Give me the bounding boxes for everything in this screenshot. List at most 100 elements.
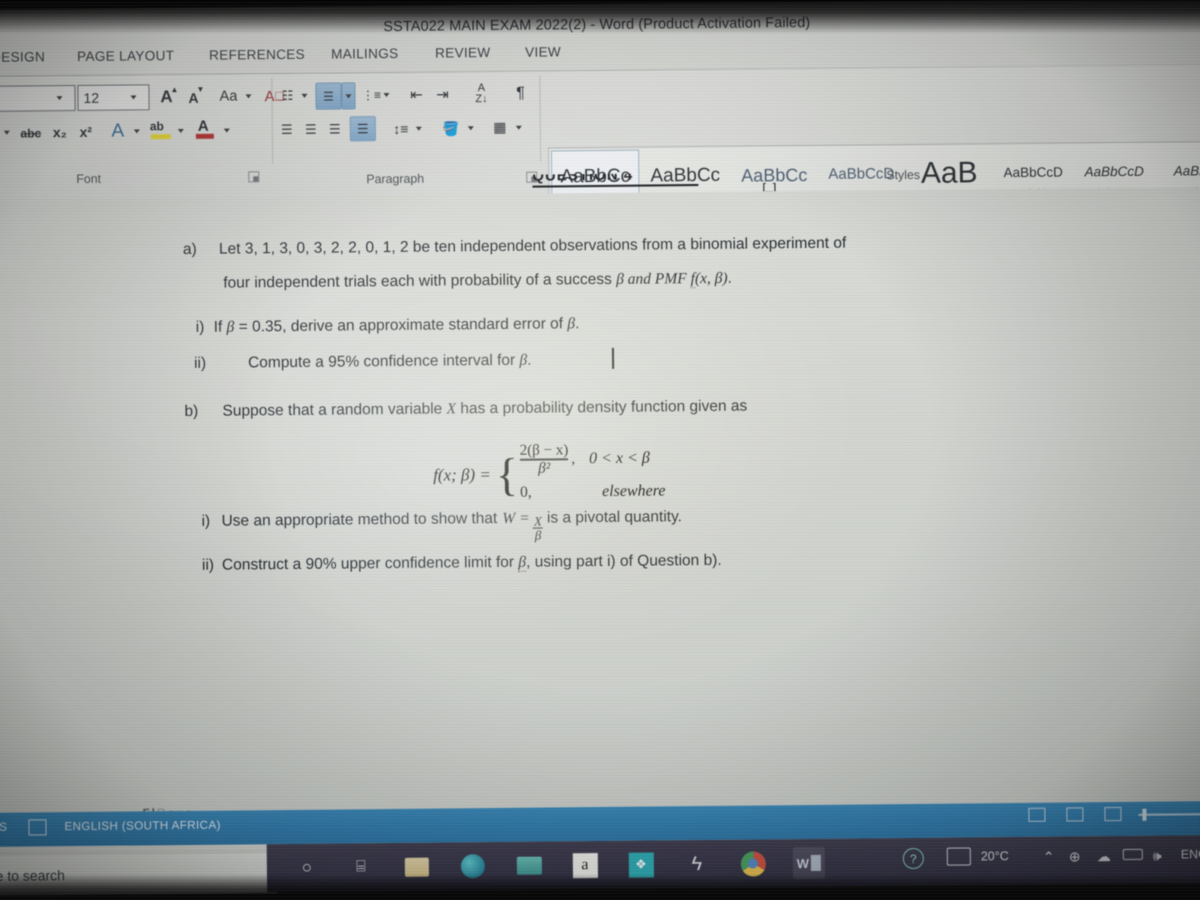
- photographed-screen: SSTA022 MAIN EXAM 2022(2) - Word (Produc…: [0, 0, 1200, 900]
- multilevel-list-dropdown-icon[interactable]: [381, 90, 391, 100]
- style-preview: AaBb: [1173, 162, 1200, 179]
- font-group-label: Font: [76, 171, 102, 187]
- chevron-up-icon[interactable]: ⌃: [1043, 849, 1055, 866]
- document-canvas[interactable]: a) Let 3, 1, 3, 0, 3, 2, 2, 0, 1, 2 be t…: [0, 187, 1200, 821]
- zoom-slider[interactable]: [1138, 813, 1200, 816]
- b-i-numerator: X: [533, 513, 543, 529]
- paragraph-a-i: If β = 0.35, derive an approximate stand…: [213, 315, 580, 336]
- tab-design[interactable]: DESIGN: [0, 45, 47, 69]
- mail-icon[interactable]: [513, 850, 545, 882]
- language-tray-indicator[interactable]: ENG: [1181, 847, 1200, 861]
- superscript-button[interactable]: x²: [76, 122, 96, 142]
- obscured-heading-text: QUESTION 4: [532, 172, 634, 185]
- weather-temperature[interactable]: 20°C: [981, 849, 1009, 863]
- word-count-label[interactable]: DS: [0, 821, 7, 834]
- taskbar-search-box[interactable]: re to search: [0, 853, 278, 896]
- network-globe-icon[interactable]: ⊕: [1069, 848, 1081, 865]
- align-right-icon[interactable]: ☰: [324, 119, 346, 139]
- b-i-post: is a pivotal quantity.: [546, 508, 683, 527]
- item-label-a: a): [182, 240, 197, 258]
- paragraph-a-line-1: Let 3, 1, 3, 0, 3, 2, 2, 0, 1, 2 be ten …: [218, 234, 847, 258]
- paragraph-a-ii: Compute a 95% confidence interval for β.: [247, 351, 532, 372]
- web-layout-icon[interactable]: [1104, 807, 1122, 822]
- tab-page-layout[interactable]: PAGE LAYOUT: [75, 44, 176, 68]
- formula-comma: ,: [571, 450, 576, 467]
- borders-icon[interactable]: ▦: [490, 117, 510, 137]
- underline-dropdown-icon[interactable]: [2, 128, 12, 138]
- justify-icon[interactable]: ☰: [349, 116, 376, 142]
- battery-icon[interactable]: [1122, 848, 1143, 861]
- b-i-denominator: β: [534, 527, 542, 543]
- bullets-icon[interactable]: ☷: [277, 86, 297, 106]
- numbering-dropdown-icon[interactable]: [341, 82, 356, 110]
- tab-references[interactable]: REFERENCES: [207, 43, 307, 67]
- b-i-var: W: [502, 509, 516, 527]
- print-layout-icon[interactable]: [1066, 807, 1084, 822]
- text-highlight-dropdown-icon[interactable]: [176, 126, 186, 136]
- paragraph-group-label: Paragraph: [366, 171, 425, 187]
- text-highlight-color-button[interactable]: ab: [150, 119, 174, 141]
- font-size-value[interactable]: 12: [83, 88, 111, 108]
- paragraph-b: Suppose that a random variable X has a p…: [222, 397, 748, 420]
- strikethrough-button[interactable]: abc: [18, 124, 44, 142]
- tab-review[interactable]: REVIEW: [433, 41, 493, 65]
- read-mode-icon[interactable]: [1028, 807, 1046, 822]
- weather-news-icon[interactable]: [946, 847, 971, 866]
- text-cursor: [611, 347, 614, 369]
- font-color-button[interactable]: A: [195, 118, 218, 141]
- sort-icon[interactable]: A Z↓: [471, 82, 491, 106]
- paragraph-b-ii: Construct a 90% upper confidence limit f…: [221, 551, 722, 574]
- task-view-icon[interactable]: ⌸: [345, 851, 377, 883]
- shading-icon[interactable]: 🪣: [440, 117, 462, 139]
- item-label-a-ii: ii): [193, 354, 207, 372]
- numbering-icon[interactable]: ☰: [315, 82, 342, 110]
- borders-dropdown-icon[interactable]: [514, 123, 524, 133]
- lightning-icon[interactable]: ϟ: [681, 848, 713, 880]
- zoom-slider-handle[interactable]: [1142, 808, 1147, 821]
- tab-view[interactable]: VIEW: [523, 40, 563, 63]
- word-taskbar-icon[interactable]: W: [792, 846, 826, 880]
- styles-group-label: Styles: [886, 167, 921, 183]
- shading-dropdown-icon[interactable]: [466, 123, 476, 133]
- font-size-dropdown-icon[interactable]: [127, 92, 139, 102]
- spelling-check-icon[interactable]: [28, 819, 47, 836]
- text-effects-dropdown-icon[interactable]: [132, 126, 142, 136]
- change-case-dropdown-icon[interactable]: [243, 91, 253, 101]
- word-window: SSTA022 MAIN EXAM 2022(2) - Word (Produc…: [0, 0, 1200, 852]
- decrease-indent-icon[interactable]: ⇤: [405, 85, 427, 105]
- onedrive-icon[interactable]: ☁: [1097, 848, 1111, 865]
- help-circle-icon[interactable]: ?: [902, 847, 924, 870]
- item-label-b: b): [184, 402, 199, 420]
- line-spacing-icon[interactable]: ↕≡: [390, 119, 412, 139]
- style-preview: AaB: [920, 155, 978, 190]
- text-effects-button[interactable]: A: [106, 120, 130, 144]
- increase-indent-icon[interactable]: ⇥: [431, 84, 453, 104]
- piecewise-formula: f(x; β) = { 2(β − x) β² , 0 < x < β 0, e…: [433, 440, 666, 508]
- chrome-icon[interactable]: [737, 847, 769, 879]
- bullets-dropdown-icon[interactable]: [299, 91, 309, 101]
- font-dialog-launcher[interactable]: [248, 171, 260, 183]
- cortana-icon[interactable]: ○: [291, 852, 323, 884]
- amazon-icon[interactable]: a: [569, 849, 601, 881]
- edge-icon[interactable]: [457, 850, 489, 882]
- multilevel-list-icon[interactable]: ⋮≡: [361, 85, 381, 105]
- line-spacing-dropdown-icon[interactable]: [414, 124, 424, 134]
- align-center-icon[interactable]: ☰: [300, 120, 322, 140]
- align-left-icon[interactable]: ☰: [276, 120, 298, 140]
- formula-denominator: β²: [538, 460, 551, 477]
- style-preview: AaBbCcD: [1084, 163, 1144, 180]
- language-indicator[interactable]: ENGLISH (SOUTH AFRICA): [64, 819, 220, 834]
- dropbox-icon[interactable]: ❖: [625, 848, 657, 880]
- item-label-b-i: i): [201, 512, 211, 530]
- change-case-button[interactable]: Aa: [215, 86, 241, 106]
- volume-icon[interactable]: 🕪: [1153, 848, 1162, 865]
- font-color-dropdown-icon[interactable]: [222, 126, 232, 136]
- obscured-question-heading: QUESTION 4: [532, 173, 708, 191]
- show-paragraph-marks-icon[interactable]: ¶: [511, 83, 529, 105]
- formula-lhs: f(x; β) =: [433, 465, 491, 485]
- subscript-button[interactable]: x₂: [50, 122, 70, 142]
- file-explorer-icon[interactable]: [401, 851, 433, 883]
- font-name-dropdown-icon[interactable]: [53, 93, 65, 103]
- tab-mailings[interactable]: MAILINGS: [329, 42, 401, 66]
- grow-font-arrow-icon: ▲: [170, 84, 179, 94]
